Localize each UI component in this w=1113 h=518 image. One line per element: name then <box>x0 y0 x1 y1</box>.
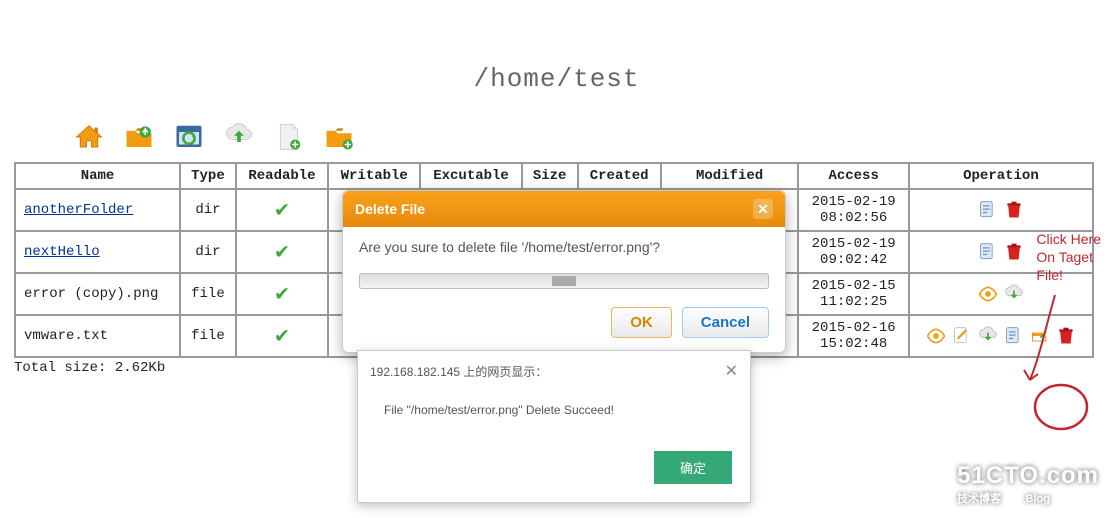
download-icon[interactable] <box>977 325 999 347</box>
folder-link[interactable]: nextHello <box>24 244 100 260</box>
col-access: Access <box>798 163 908 189</box>
alert-message: File "/home/test/error.png" Delete Succe… <box>358 391 750 441</box>
edit-icon[interactable] <box>951 325 973 347</box>
preview-icon[interactable] <box>925 325 947 347</box>
cell-type: file <box>180 315 236 357</box>
cell-access: 2015-02-1908:02:56 <box>798 189 908 231</box>
info-icon[interactable] <box>977 199 999 221</box>
new-folder-button[interactable] <box>318 116 360 158</box>
cell-name: error (copy).png <box>15 273 180 315</box>
cell-readable: ✔ <box>236 189 328 231</box>
col-operation: Operation <box>909 163 1093 189</box>
open-folder-button[interactable] <box>118 116 160 158</box>
annotation-circle <box>1031 380 1091 435</box>
progress-track <box>359 273 769 289</box>
cell-operation <box>909 189 1093 231</box>
watermark: 51CTO.com 技术博客 Blog <box>957 462 1099 506</box>
upload-button[interactable] <box>218 116 260 158</box>
path-title: /home/test <box>0 64 1113 94</box>
preview-icon[interactable] <box>977 283 999 305</box>
col-type: Type <box>180 163 236 189</box>
new-file-button[interactable] <box>268 116 310 158</box>
check-icon: ✔ <box>275 324 288 349</box>
col-writable: Writable <box>328 163 420 189</box>
folder-link[interactable]: anotherFolder <box>24 202 133 218</box>
dialog-message: Are you sure to delete file '/home/test/… <box>343 227 785 267</box>
cell-access: 2015-02-1511:02:25 <box>798 273 908 315</box>
cell-access: 2015-02-1909:02:42 <box>798 231 908 273</box>
cell-type: dir <box>180 231 236 273</box>
home-button[interactable] <box>68 116 110 158</box>
cell-type: file <box>180 273 236 315</box>
ok-button[interactable]: OK <box>611 307 672 338</box>
check-icon: ✔ <box>275 282 288 307</box>
cell-access: 2015-02-1615:02:48 <box>798 315 908 357</box>
col-readable: Readable <box>236 163 328 189</box>
cell-readable: ✔ <box>236 315 328 357</box>
alert-close-icon[interactable]: ✕ <box>725 361 738 381</box>
annotation-text: Click Here On Taget File! <box>1036 230 1101 284</box>
col-name: Name <box>15 163 180 189</box>
col-modified: Modified <box>661 163 799 189</box>
cell-readable: ✔ <box>236 273 328 315</box>
alert-dialog: 192.168.182.145 上的网页显示： ✕ File "/home/te… <box>357 350 751 503</box>
close-icon[interactable]: ✕ <box>753 199 773 219</box>
info-icon[interactable] <box>977 241 999 263</box>
alert-header: 192.168.182.145 上的网页显示： <box>370 363 547 380</box>
delete-confirm-dialog: Delete File ✕ Are you sure to delete fil… <box>342 190 786 353</box>
cell-name: nextHello <box>15 231 180 273</box>
dialog-title: Delete File <box>355 191 425 227</box>
trash-icon[interactable] <box>1003 199 1025 221</box>
col-created: Created <box>578 163 661 189</box>
cancel-button[interactable]: Cancel <box>682 307 769 338</box>
cell-type: dir <box>180 189 236 231</box>
toolbar <box>0 116 1113 158</box>
cell-name: vmware.txt <box>15 315 180 357</box>
alert-ok-button[interactable]: 确定 <box>654 451 732 484</box>
cell-readable: ✔ <box>236 231 328 273</box>
check-icon: ✔ <box>275 198 288 223</box>
cell-name: anotherFolder <box>15 189 180 231</box>
trash-icon[interactable] <box>1003 241 1025 263</box>
check-icon: ✔ <box>275 240 288 265</box>
refresh-button[interactable] <box>168 116 210 158</box>
col-excutable: Excutable <box>420 163 521 189</box>
col-size: Size <box>522 163 578 189</box>
annotation-arrow <box>1015 290 1075 390</box>
